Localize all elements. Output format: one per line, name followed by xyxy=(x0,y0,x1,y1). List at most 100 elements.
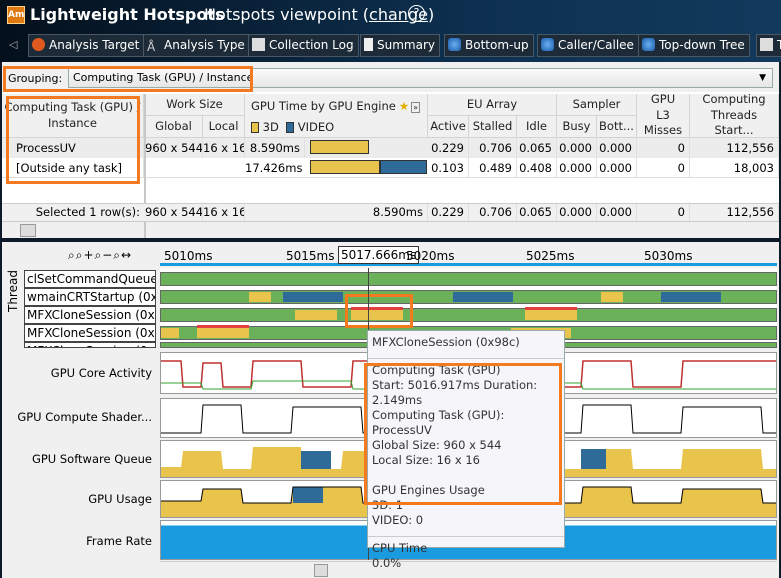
cell-threads: 18,003 xyxy=(690,158,779,178)
sum-gpu-time: 8.590ms xyxy=(245,202,428,222)
graph-label: GPU Core Activity xyxy=(50,366,152,380)
col-bottleneck[interactable]: Bott... xyxy=(597,116,637,138)
tab-caller-callee[interactable]: Caller/Callee xyxy=(537,34,639,57)
legend-3d-swatch xyxy=(251,122,259,133)
zoom-fit-icon[interactable]: ⌕ xyxy=(68,248,76,262)
task-segment[interactable] xyxy=(197,325,249,338)
cell-idle: 0.065 xyxy=(517,138,557,158)
tab-label: T xyxy=(777,38,781,52)
tab-label: Analysis Type xyxy=(164,38,245,52)
col-stalled[interactable]: Stalled xyxy=(469,116,517,138)
sum-local: 16 x 16 xyxy=(203,202,245,222)
toolbar-scroll-left[interactable]: ◁ xyxy=(9,38,17,51)
left-hscrollbar[interactable] xyxy=(2,221,144,238)
cell-bott: 0.000 xyxy=(597,158,637,178)
cell-bott: 0.000 xyxy=(597,138,637,158)
viewpoint-title: Hotspots viewpoint (change) xyxy=(204,5,434,24)
group-work-size: Work Size xyxy=(145,94,245,116)
scroll-thumb[interactable] xyxy=(20,224,36,237)
gpu-time-label: GPU Time by GPU Engine xyxy=(251,99,396,113)
zoom-in-icon[interactable]: ⌕+ xyxy=(76,248,95,262)
col-gpu-time[interactable]: GPU Time by GPU Engine ★» 3D VIDEO xyxy=(245,94,428,138)
tab-label: Analysis Target xyxy=(49,38,140,52)
thread-label[interactable]: wmainCRTStartup (0x6e xyxy=(24,288,156,306)
cell-gpu-time: 8.590ms xyxy=(245,138,305,158)
right-hscrollbar[interactable] xyxy=(146,221,779,238)
col-global[interactable]: Global xyxy=(145,116,203,138)
col-l3-misses[interactable]: GPU L3 Misses xyxy=(637,92,690,138)
selected-label: Selected 1 row(s): xyxy=(35,205,140,219)
zoom-controls[interactable]: ⌕⌕+⌕−⌕↔ xyxy=(68,248,132,263)
graph-label: GPU Software Queue xyxy=(31,452,152,466)
cell-l3: 0 xyxy=(637,158,690,178)
sum-threads: 112,556 xyxy=(690,202,779,222)
cell-active: 0.229 xyxy=(428,138,469,158)
tick-label: 5025ms xyxy=(526,249,575,263)
thread-lane[interactable] xyxy=(160,272,777,286)
highlight-box xyxy=(3,66,253,92)
group-eu-array: EU Array xyxy=(428,94,557,116)
tab-label: Top-down Tree xyxy=(659,38,745,52)
help-icon[interactable]: ? xyxy=(408,5,425,22)
col-active[interactable]: Active xyxy=(428,116,469,138)
expand-icon[interactable]: » xyxy=(411,102,421,113)
tab-analysis-target[interactable]: Analysis Target xyxy=(28,34,145,57)
sum-busy: 0.000 xyxy=(557,202,597,222)
cell-local: 16 x 16 xyxy=(203,138,245,158)
cell-busy: 0.000 xyxy=(557,158,597,178)
cell-stalled: 0.706 xyxy=(469,138,517,158)
col-idle[interactable]: Idle xyxy=(517,116,557,138)
gpu-time-title: GPU Time by GPU Engine ★» xyxy=(251,99,421,115)
tooltip-cpu-value: 0.0% xyxy=(372,556,402,570)
tab-bottom-up[interactable]: Bottom-up xyxy=(444,34,534,57)
tab-analysis-type[interactable]: Å Analysis Type xyxy=(143,34,250,57)
grouping-bar: Grouping: Computing Task (GPU) / Instanc… xyxy=(2,62,779,92)
bar-3d xyxy=(310,160,380,174)
tab-label: Collection Log xyxy=(269,38,354,52)
tab-label: Bottom-up xyxy=(465,38,529,52)
gpu-time-bar xyxy=(310,160,427,174)
tab-label: Caller/Callee xyxy=(558,38,634,52)
grid-panel: Grouping: Computing Task (GPU) / Instanc… xyxy=(2,62,779,238)
sum-active: 0.229 xyxy=(428,202,469,222)
bottom-up-icon xyxy=(448,38,461,51)
cell-gpu-time: 17.426ms xyxy=(245,161,303,175)
tab-summary[interactable]: Summary xyxy=(360,34,440,57)
gpu-time-legend: 3D VIDEO xyxy=(251,120,334,136)
viewpoint-label: Hotspots viewpoint ( xyxy=(204,5,370,24)
zoom-reset-icon[interactable]: ⌕↔ xyxy=(113,248,132,262)
task-segment[interactable] xyxy=(525,307,577,320)
tick-label: 5030ms xyxy=(644,249,693,263)
tick-label: 5015ms xyxy=(286,249,335,263)
graph-label: GPU Usage xyxy=(88,492,152,506)
tab-top-down-tree[interactable]: Top-down Tree xyxy=(638,34,750,57)
thread-lane[interactable] xyxy=(160,307,777,322)
thread-lane[interactable] xyxy=(160,290,777,304)
tab-collection-log[interactable]: Collection Log xyxy=(248,34,359,57)
graph-label: GPU Compute Shader... xyxy=(17,410,152,424)
highlight-box xyxy=(6,96,140,184)
col-local[interactable]: Local xyxy=(203,116,245,138)
summary-icon xyxy=(364,38,373,51)
tab-tasks[interactable]: T xyxy=(756,34,781,57)
thread-label[interactable]: clSetCommandQueueP xyxy=(24,270,156,288)
thread-label[interactable]: MFXCloneSession (0x98 xyxy=(24,306,156,324)
thread-label[interactable]: MFXCloneSession (0x13 xyxy=(24,342,156,348)
scroll-thumb[interactable] xyxy=(314,564,328,577)
cell-active: 0.103 xyxy=(428,158,469,178)
segment-3d xyxy=(249,292,271,302)
cell-l3: 0 xyxy=(637,138,690,158)
col-threads[interactable]: Computing Threads Start... xyxy=(690,92,779,138)
tooltip-line: VIDEO: 0 xyxy=(372,513,424,527)
cell-idle: 0.408 xyxy=(517,158,557,178)
thread-label[interactable]: MFXCloneSession (0x10 xyxy=(24,324,156,342)
time-ruler[interactable]: 5010ms 5015ms 5017.666ms 5020ms 5025ms 5… xyxy=(160,242,777,266)
segment-video xyxy=(453,292,513,302)
legend-video: VIDEO xyxy=(297,120,335,134)
col-busy[interactable]: Busy xyxy=(557,116,597,138)
tasks-icon xyxy=(760,38,773,51)
header: Am Lightweight Hotspots Hotspots viewpoi… xyxy=(0,0,781,62)
cell-threads: 112,556 xyxy=(690,138,779,158)
tick-label: 5020ms xyxy=(406,249,455,263)
zoom-out-icon[interactable]: ⌕− xyxy=(95,248,114,262)
